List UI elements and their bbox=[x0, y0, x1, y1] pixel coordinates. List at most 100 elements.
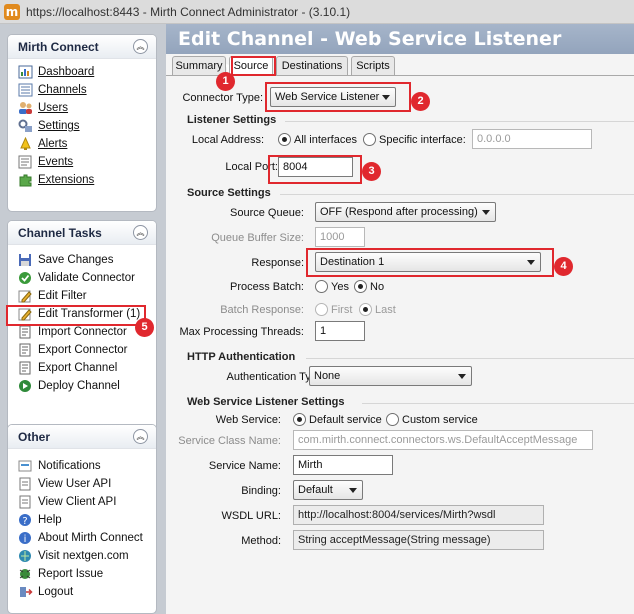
sidebar-item-extensions[interactable]: Extensions bbox=[18, 171, 156, 189]
annotation-badge-2: 2 bbox=[411, 92, 430, 111]
auth-type-select[interactable]: None bbox=[309, 366, 472, 386]
custom-service-radio[interactable]: Custom service bbox=[386, 413, 478, 426]
sidebar-item-channels[interactable]: Channels bbox=[18, 81, 156, 99]
panel-header: Channel Tasks ︽ bbox=[8, 221, 156, 245]
source-queue-select[interactable]: OFF (Respond after processing) bbox=[315, 202, 496, 222]
max-threads-input[interactable]: 1 bbox=[315, 321, 365, 341]
max-threads-label: Max Processing Threads: bbox=[179, 326, 304, 338]
batch-response-last-radio[interactable]: Last bbox=[359, 303, 396, 316]
radio-icon bbox=[315, 280, 328, 293]
task-export-connector[interactable]: Export Connector bbox=[18, 341, 156, 359]
annotation-box-local-port bbox=[268, 155, 362, 184]
sidebar-item-events[interactable]: Events bbox=[18, 153, 156, 171]
ws-settings-title: Web Service Listener Settings bbox=[187, 396, 345, 408]
logout-icon bbox=[18, 585, 33, 599]
task-edit-filter[interactable]: Edit Filter bbox=[18, 287, 156, 305]
response-label: Response: bbox=[251, 257, 304, 269]
method-field[interactable]: String acceptMessage(String message) bbox=[293, 530, 544, 550]
mirth-app-icon: m bbox=[4, 3, 20, 20]
local-address-label: Local Address: bbox=[191, 134, 264, 146]
http-auth-title: HTTP Authentication bbox=[187, 351, 296, 363]
default-service-radio[interactable]: Default service bbox=[293, 413, 382, 426]
task-export-channel[interactable]: Export Channel bbox=[18, 359, 156, 377]
help-icon: ? bbox=[18, 513, 33, 527]
settings-icon bbox=[18, 119, 33, 133]
connector-type-label: Connector Type: bbox=[182, 92, 263, 104]
tab-destinations[interactable]: Destinations bbox=[276, 56, 348, 75]
svg-text:i: i bbox=[24, 534, 27, 545]
dashboard-icon bbox=[18, 65, 33, 79]
other-view-client-api[interactable]: View Client API bbox=[18, 493, 156, 511]
report-issue-icon bbox=[18, 567, 33, 581]
deploy-icon bbox=[18, 379, 33, 393]
batch-response-label: Batch Response: bbox=[220, 304, 304, 316]
notifications-icon bbox=[18, 459, 33, 473]
specific-interface-input[interactable]: 0.0.0.0 bbox=[472, 129, 592, 149]
export-channel-icon bbox=[18, 361, 33, 375]
other-about[interactable]: i About Mirth Connect bbox=[18, 529, 156, 547]
section-divider bbox=[306, 358, 634, 359]
radio-selected-icon bbox=[278, 133, 291, 146]
service-name-input[interactable]: Mirth bbox=[293, 455, 393, 475]
task-validate-connector[interactable]: Validate Connector bbox=[18, 269, 156, 287]
collapse-icon[interactable]: ︽ bbox=[133, 429, 148, 444]
channels-icon bbox=[18, 83, 33, 97]
all-interfaces-radio[interactable]: All interfaces bbox=[278, 133, 357, 146]
radio-selected-icon bbox=[293, 413, 306, 426]
sidebar-item-alerts[interactable]: Alerts bbox=[18, 135, 156, 153]
window-titlebar: m https://localhost:8443 - Mirth Connect… bbox=[0, 0, 634, 24]
queue-buffer-size-input[interactable]: 1000 bbox=[315, 227, 365, 247]
task-save-changes[interactable]: Save Changes bbox=[18, 251, 156, 269]
radio-icon bbox=[386, 413, 399, 426]
collapse-icon[interactable]: ︽ bbox=[133, 225, 148, 240]
section-divider bbox=[280, 194, 634, 195]
tab-scripts[interactable]: Scripts bbox=[351, 56, 395, 75]
chevron-down-icon bbox=[349, 488, 357, 493]
annotation-badge-5: 5 bbox=[135, 318, 154, 337]
other-report-issue[interactable]: Report Issue bbox=[18, 565, 156, 583]
about-icon: i bbox=[18, 531, 33, 545]
source-queue-label: Source Queue: bbox=[230, 207, 304, 219]
panel-title: Other bbox=[18, 430, 51, 444]
panel-header: Mirth Connect ︽ bbox=[8, 35, 156, 59]
wsdl-url-field[interactable]: http://localhost:8004/services/Mirth?wsd… bbox=[293, 505, 544, 525]
specific-interface-radio[interactable]: Specific interface: bbox=[363, 133, 466, 146]
binding-select[interactable]: Default bbox=[293, 480, 363, 500]
task-deploy-channel[interactable]: Deploy Channel bbox=[18, 377, 156, 395]
service-class-name-input[interactable]: com.mirth.connect.connectors.ws.DefaultA… bbox=[293, 430, 593, 450]
radio-selected-icon bbox=[354, 280, 367, 293]
sidebar-item-settings[interactable]: Settings bbox=[18, 117, 156, 135]
import-icon bbox=[18, 325, 33, 339]
annotation-box-source-tab bbox=[231, 56, 276, 76]
annotation-box-edit-transformer bbox=[6, 305, 146, 326]
other-logout[interactable]: Logout bbox=[18, 583, 156, 601]
events-icon bbox=[18, 155, 33, 169]
page-title: Edit Channel - Web Service Listener Chan… bbox=[166, 24, 634, 80]
section-divider bbox=[285, 121, 634, 122]
sidebar-item-dashboard[interactable]: Dashboard bbox=[18, 63, 156, 81]
web-service-label: Web Service: bbox=[215, 414, 281, 426]
save-icon bbox=[18, 253, 33, 267]
tab-summary[interactable]: Summary bbox=[172, 56, 226, 75]
process-batch-yes-radio[interactable]: Yes bbox=[315, 280, 349, 293]
listener-settings-title: Listener Settings bbox=[187, 114, 277, 126]
radio-icon bbox=[315, 303, 328, 316]
window-title: https://localhost:8443 - Mirth Connect A… bbox=[26, 4, 351, 19]
annotation-badge-3: 3 bbox=[362, 162, 381, 181]
panel-title: Mirth Connect bbox=[18, 40, 99, 54]
batch-response-first-radio[interactable]: First bbox=[315, 303, 352, 316]
other-help[interactable]: ? Help bbox=[18, 511, 156, 529]
mirth-connect-panel: Mirth Connect ︽ Dashboard Channels Users… bbox=[7, 34, 157, 212]
other-view-user-api[interactable]: View User API bbox=[18, 475, 156, 493]
radio-selected-icon bbox=[359, 303, 372, 316]
other-visit-nextgen[interactable]: Visit nextgen.com bbox=[18, 547, 156, 565]
sidebar-item-users[interactable]: Users bbox=[18, 99, 156, 117]
process-batch-no-radio[interactable]: No bbox=[354, 280, 384, 293]
other-notifications[interactable]: Notifications bbox=[18, 457, 156, 475]
chevron-down-icon bbox=[482, 210, 490, 215]
annotation-badge-4: 4 bbox=[554, 257, 573, 276]
alerts-icon bbox=[18, 136, 33, 151]
svg-text:?: ? bbox=[22, 516, 27, 527]
extensions-icon bbox=[18, 173, 33, 187]
collapse-icon[interactable]: ︽ bbox=[133, 39, 148, 54]
